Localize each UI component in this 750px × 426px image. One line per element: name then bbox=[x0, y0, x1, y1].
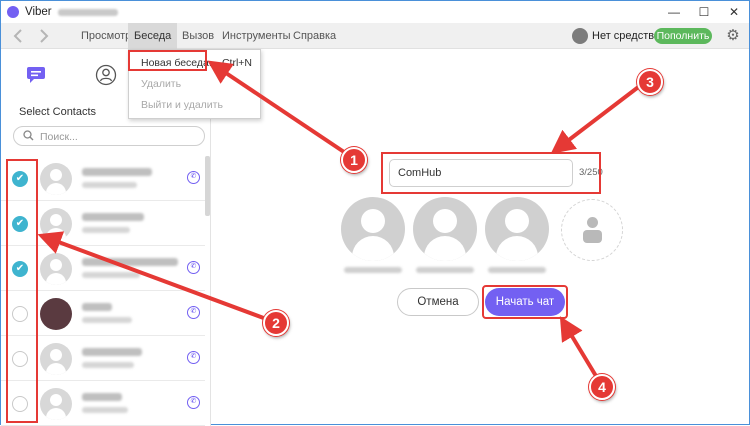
contact-name-blurred bbox=[82, 393, 122, 401]
contact-name-blurred bbox=[82, 348, 142, 356]
user-avatar[interactable] bbox=[572, 28, 588, 44]
add-member-button[interactable] bbox=[561, 199, 623, 261]
search-input[interactable] bbox=[40, 129, 200, 144]
member-name-blurred bbox=[416, 267, 474, 273]
avatar bbox=[40, 253, 72, 285]
forward-arrow-icon[interactable] bbox=[33, 26, 55, 46]
contact-name-blurred bbox=[82, 213, 144, 221]
menu-item-delete: Удалить bbox=[141, 78, 182, 90]
menu-item-shortcut: Ctrl+N bbox=[221, 57, 252, 69]
arrow-4 bbox=[559, 316, 601, 383]
viber-call-icon[interactable]: ✆ bbox=[187, 351, 200, 364]
viber-call-icon[interactable]: ✆ bbox=[187, 396, 200, 409]
step-badge-3: 3 bbox=[637, 69, 663, 95]
annotation-box-name bbox=[381, 152, 601, 194]
minimize-button[interactable]: — bbox=[659, 1, 689, 23]
contact-name-blurred bbox=[82, 303, 112, 311]
member-avatar bbox=[485, 197, 549, 261]
viber-call-icon[interactable]: ✆ bbox=[187, 171, 200, 184]
contact-name-blurred bbox=[82, 168, 152, 176]
title-bar: Viber — ☐ ✕ bbox=[1, 1, 749, 23]
gear-icon[interactable]: ⚙ bbox=[723, 26, 743, 46]
menu-tools[interactable]: Инструменты bbox=[216, 23, 297, 49]
account-number-blurred bbox=[57, 8, 118, 16]
contact-list-scrollbar[interactable] bbox=[205, 156, 210, 216]
avatar bbox=[40, 298, 72, 330]
member-name-blurred bbox=[344, 267, 402, 273]
viber-logo-icon bbox=[7, 6, 19, 18]
window-title: Viber bbox=[25, 6, 52, 18]
step-badge-1: 1 bbox=[341, 147, 367, 173]
step-badge-4: 4 bbox=[589, 374, 615, 400]
cancel-button[interactable]: Отмена bbox=[397, 288, 479, 316]
contact-status-blurred bbox=[82, 317, 132, 323]
viber-call-icon[interactable]: ✆ bbox=[187, 306, 200, 319]
contact-search[interactable] bbox=[13, 126, 205, 146]
contact-status-blurred bbox=[82, 272, 140, 278]
menu-conversation[interactable]: Беседа bbox=[128, 23, 178, 49]
avatar bbox=[40, 163, 72, 195]
menu-help[interactable]: Справка bbox=[287, 23, 342, 49]
member-name-blurred bbox=[488, 267, 546, 273]
arrow-3 bbox=[550, 83, 643, 154]
menu-call[interactable]: Вызов bbox=[176, 23, 220, 49]
search-icon bbox=[23, 130, 34, 144]
contact-status-blurred bbox=[82, 407, 128, 413]
topup-button[interactable]: Пополнить bbox=[654, 28, 712, 44]
contact-status-blurred bbox=[82, 227, 130, 233]
menu-bar: Просмотр Беседа Вызов Инструменты Справк… bbox=[1, 23, 749, 49]
avatar bbox=[40, 343, 72, 375]
back-arrow-icon[interactable] bbox=[7, 26, 29, 46]
maximize-button[interactable]: ☐ bbox=[689, 1, 719, 23]
member-avatar bbox=[341, 197, 405, 261]
avatar bbox=[40, 388, 72, 420]
tab-chats[interactable] bbox=[1, 50, 71, 100]
annotation-box-start bbox=[482, 285, 568, 319]
chat-bubble-icon bbox=[27, 67, 45, 83]
annotation-box-new-chat bbox=[128, 50, 207, 71]
contact-name-blurred bbox=[82, 258, 178, 266]
annotation-box-checkboxes bbox=[6, 159, 38, 423]
close-button[interactable]: ✕ bbox=[719, 1, 749, 23]
viber-call-icon[interactable]: ✆ bbox=[187, 261, 200, 274]
step-badge-2: 2 bbox=[263, 310, 289, 336]
member-avatar bbox=[413, 197, 477, 261]
balance-text: Нет средств bbox=[592, 30, 655, 42]
menu-item-leave-delete: Выйти и удалить bbox=[141, 99, 223, 111]
contact-status-blurred bbox=[82, 182, 137, 188]
viber-window: Viber — ☐ ✕ Просмотр Беседа Вызов Инстру… bbox=[0, 0, 750, 426]
contact-status-blurred bbox=[82, 362, 134, 368]
select-contacts-title: Select Contacts bbox=[19, 106, 97, 118]
person-icon bbox=[95, 64, 117, 86]
avatar bbox=[40, 208, 72, 240]
